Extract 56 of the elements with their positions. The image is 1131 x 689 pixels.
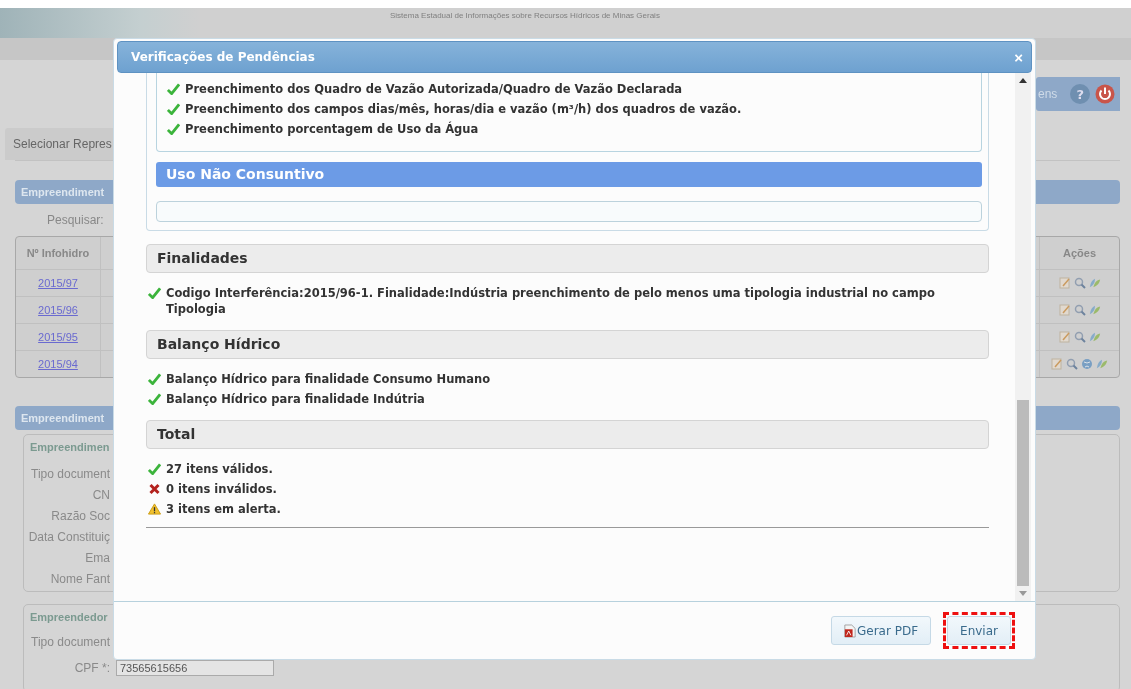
- scroll-down-icon[interactable]: [1019, 591, 1027, 596]
- input-field[interactable]: 73565615656: [116, 660, 274, 676]
- scrollbar-thumb[interactable]: [1017, 400, 1029, 586]
- fieldset-legend: Empreendimen: [30, 441, 110, 453]
- system-title: Sistema Estadual de Informações sobre Recursos Hídricos de Minas Gerais: [390, 11, 660, 20]
- edit-icon[interactable]: [1051, 358, 1063, 370]
- dialog-title: Verificações de Pendências: [131, 50, 315, 64]
- leaves-icon[interactable]: [1088, 331, 1101, 343]
- record-link[interactable]: 2015/96: [38, 304, 78, 316]
- globe-icon[interactable]: [1081, 358, 1093, 370]
- search-label: Pesquisar:: [47, 213, 104, 227]
- group-header: Balanço Hídrico: [146, 330, 989, 359]
- close-button[interactable]: ×: [1014, 48, 1023, 66]
- check-item: Balanço Hídrico para finalidade Consumo Humano: [166, 371, 491, 387]
- search-icon[interactable]: [1073, 331, 1086, 343]
- record-link[interactable]: 2015/97: [38, 277, 78, 289]
- check-item: Balanço Hídrico para finalidade Indútria: [166, 391, 425, 407]
- search-icon[interactable]: [1073, 304, 1086, 316]
- column-header: Ações: [1039, 237, 1119, 269]
- dialog-button[interactable]: Enviar: [947, 616, 1011, 645]
- edit-icon[interactable]: [1058, 331, 1071, 343]
- scrollbar[interactable]: [1015, 73, 1031, 601]
- check-item: Preenchimento dos Quadro de Vazão Autorizada/Quadro de Vazão Declarada: [185, 81, 683, 97]
- menu-link[interactable]: ens: [1038, 87, 1058, 101]
- check-item: 0 itens inválidos.: [166, 481, 277, 497]
- edit-icon[interactable]: [1058, 277, 1071, 289]
- leaves-icon[interactable]: [1096, 358, 1108, 370]
- search-icon[interactable]: [1066, 358, 1078, 370]
- leaves-icon[interactable]: [1088, 277, 1101, 289]
- record-link[interactable]: 2015/94: [38, 358, 78, 370]
- check-item: Preenchimento dos campos dias/mês, horas/dia e vazão (m³/h) dos quadros de vazão.: [185, 101, 742, 117]
- check-item: 3 itens em alerta.: [166, 501, 281, 517]
- group-header: Total: [146, 420, 989, 449]
- field-label: Tipo document: [31, 467, 110, 481]
- subsection-header: Uso Não Consuntivo: [156, 162, 982, 187]
- check-item: Codigo Interferência:2015/96-1. Finalidade:Indústria preenchimento de pelo menos uma tipologia industrial no campo Tipologia: [166, 285, 936, 317]
- field-label: Ema: [85, 551, 110, 565]
- record-link[interactable]: 2015/95: [38, 331, 78, 343]
- pdf-button[interactable]: Gerar PDF: [830, 616, 932, 645]
- scroll-up-icon[interactable]: [1019, 78, 1027, 83]
- check-item: 27 itens válidos.: [166, 461, 273, 477]
- group-header: Finalidades: [146, 244, 989, 273]
- help-button[interactable]: ?: [1070, 84, 1091, 104]
- field-label: CN: [92, 488, 110, 502]
- column-header: Nº Infohidro: [16, 237, 101, 269]
- pdf-file-icon: [843, 623, 856, 638]
- field-label: Tipo document: [31, 635, 110, 649]
- power-icon[interactable]: [1095, 84, 1116, 104]
- field-label: Razão Soc: [51, 509, 110, 523]
- field-label: CPF *:: [74, 661, 110, 675]
- search-icon[interactable]: [1073, 277, 1086, 289]
- fieldset-legend: Empreendedor: [30, 611, 108, 623]
- field-label: Nome Fant: [50, 572, 110, 586]
- leaves-icon[interactable]: [1088, 304, 1101, 316]
- field-label: Data Constituiç: [28, 530, 110, 544]
- edit-icon[interactable]: [1058, 304, 1071, 316]
